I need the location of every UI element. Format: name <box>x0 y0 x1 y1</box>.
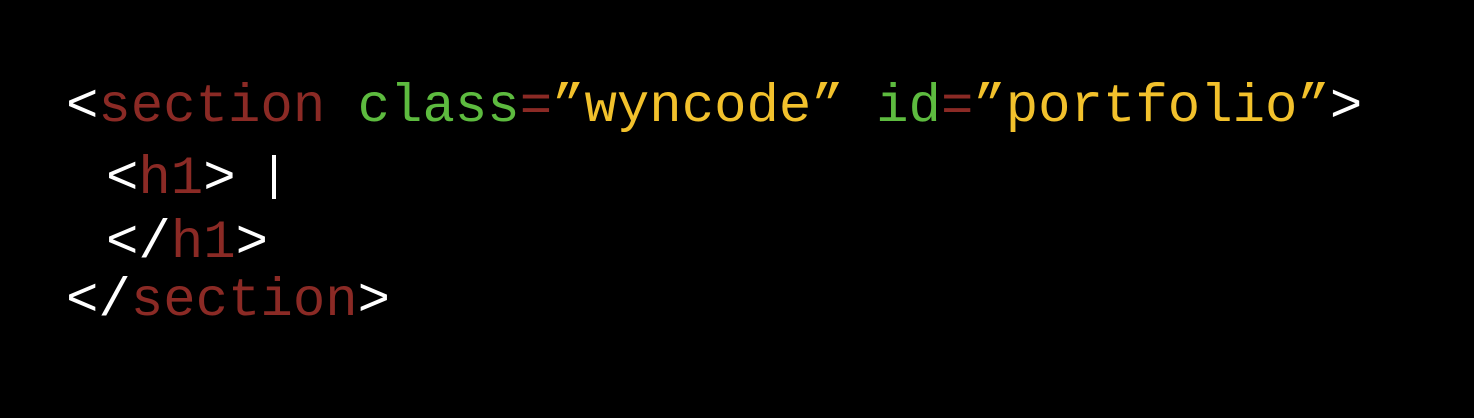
tag-name: h1 <box>138 149 204 210</box>
open-bracket: </ <box>66 271 131 332</box>
tag-name: h1 <box>170 213 236 274</box>
tag-name: section <box>98 77 326 138</box>
close-bracket: > <box>357 271 391 332</box>
code-editor[interactable]: <section class=”wyncode” id=”portfolio”>… <box>66 0 1456 418</box>
code-line-section-open: <section class=”wyncode” id=”portfolio”> <box>66 76 1362 140</box>
attribute-name: id <box>876 77 941 138</box>
open-bracket: < <box>66 77 99 138</box>
code-line-section-close: </section> <box>66 270 390 334</box>
equals-sign: = <box>940 77 974 138</box>
attribute-value: ”portfolio” <box>973 77 1330 138</box>
close-bracket: > <box>235 213 269 274</box>
close-bracket: > <box>1329 77 1363 138</box>
code-line-h1-open: <h1> <box>106 148 277 212</box>
code-line-h1-close: </h1> <box>106 212 268 276</box>
open-bracket: < <box>106 149 139 210</box>
attribute-value: ”wyncode” <box>552 77 844 138</box>
text-cursor <box>272 155 277 199</box>
open-bracket: </ <box>106 213 171 274</box>
close-bracket: > <box>203 149 236 210</box>
equals-sign: = <box>519 77 553 138</box>
attribute-name: class <box>357 77 520 138</box>
tag-name: section <box>130 271 358 332</box>
